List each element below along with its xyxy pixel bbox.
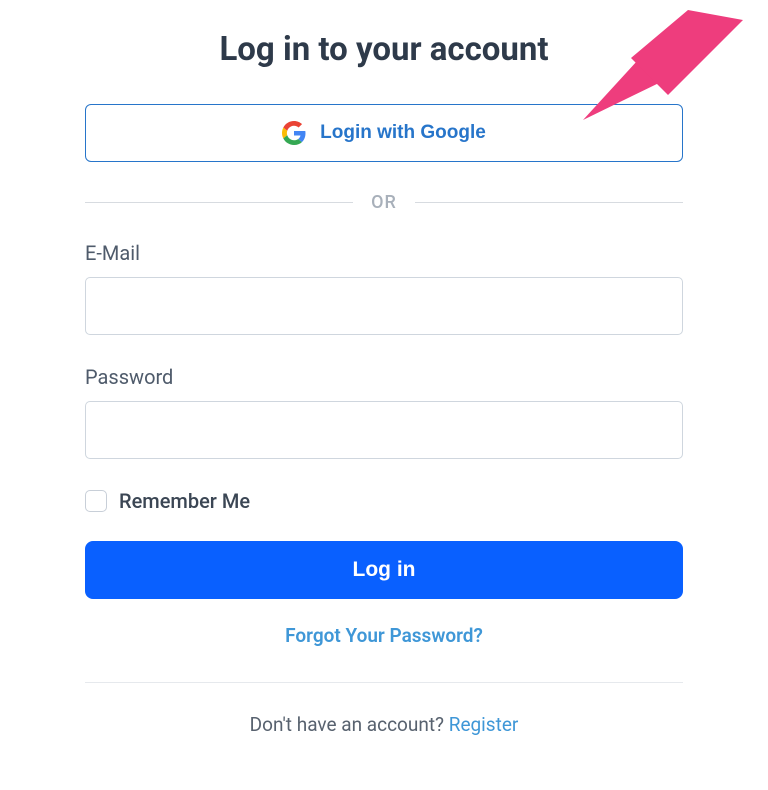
- divider: OR: [85, 192, 683, 213]
- register-link[interactable]: Register: [449, 713, 519, 736]
- google-icon: [282, 121, 306, 145]
- bottom-divider: [85, 682, 683, 683]
- divider-line-left: [85, 202, 353, 203]
- password-label: Password: [85, 365, 683, 389]
- divider-text: OR: [353, 192, 415, 213]
- remember-checkbox[interactable]: [85, 490, 107, 512]
- google-button-label: Login with Google: [320, 122, 486, 144]
- forgot-password-link[interactable]: Forgot Your Password?: [285, 624, 483, 647]
- login-button[interactable]: Log in: [85, 541, 683, 599]
- google-login-button[interactable]: Login with Google: [85, 104, 683, 162]
- email-field[interactable]: [85, 277, 683, 335]
- register-prompt-text: Don't have an account?: [250, 713, 449, 736]
- divider-line-right: [415, 202, 683, 203]
- password-field[interactable]: [85, 401, 683, 459]
- page-title: Log in to your account: [85, 30, 683, 69]
- register-prompt: Don't have an account? Register: [85, 713, 683, 736]
- remember-label: Remember Me: [119, 489, 250, 513]
- email-label: E-Mail: [85, 241, 683, 265]
